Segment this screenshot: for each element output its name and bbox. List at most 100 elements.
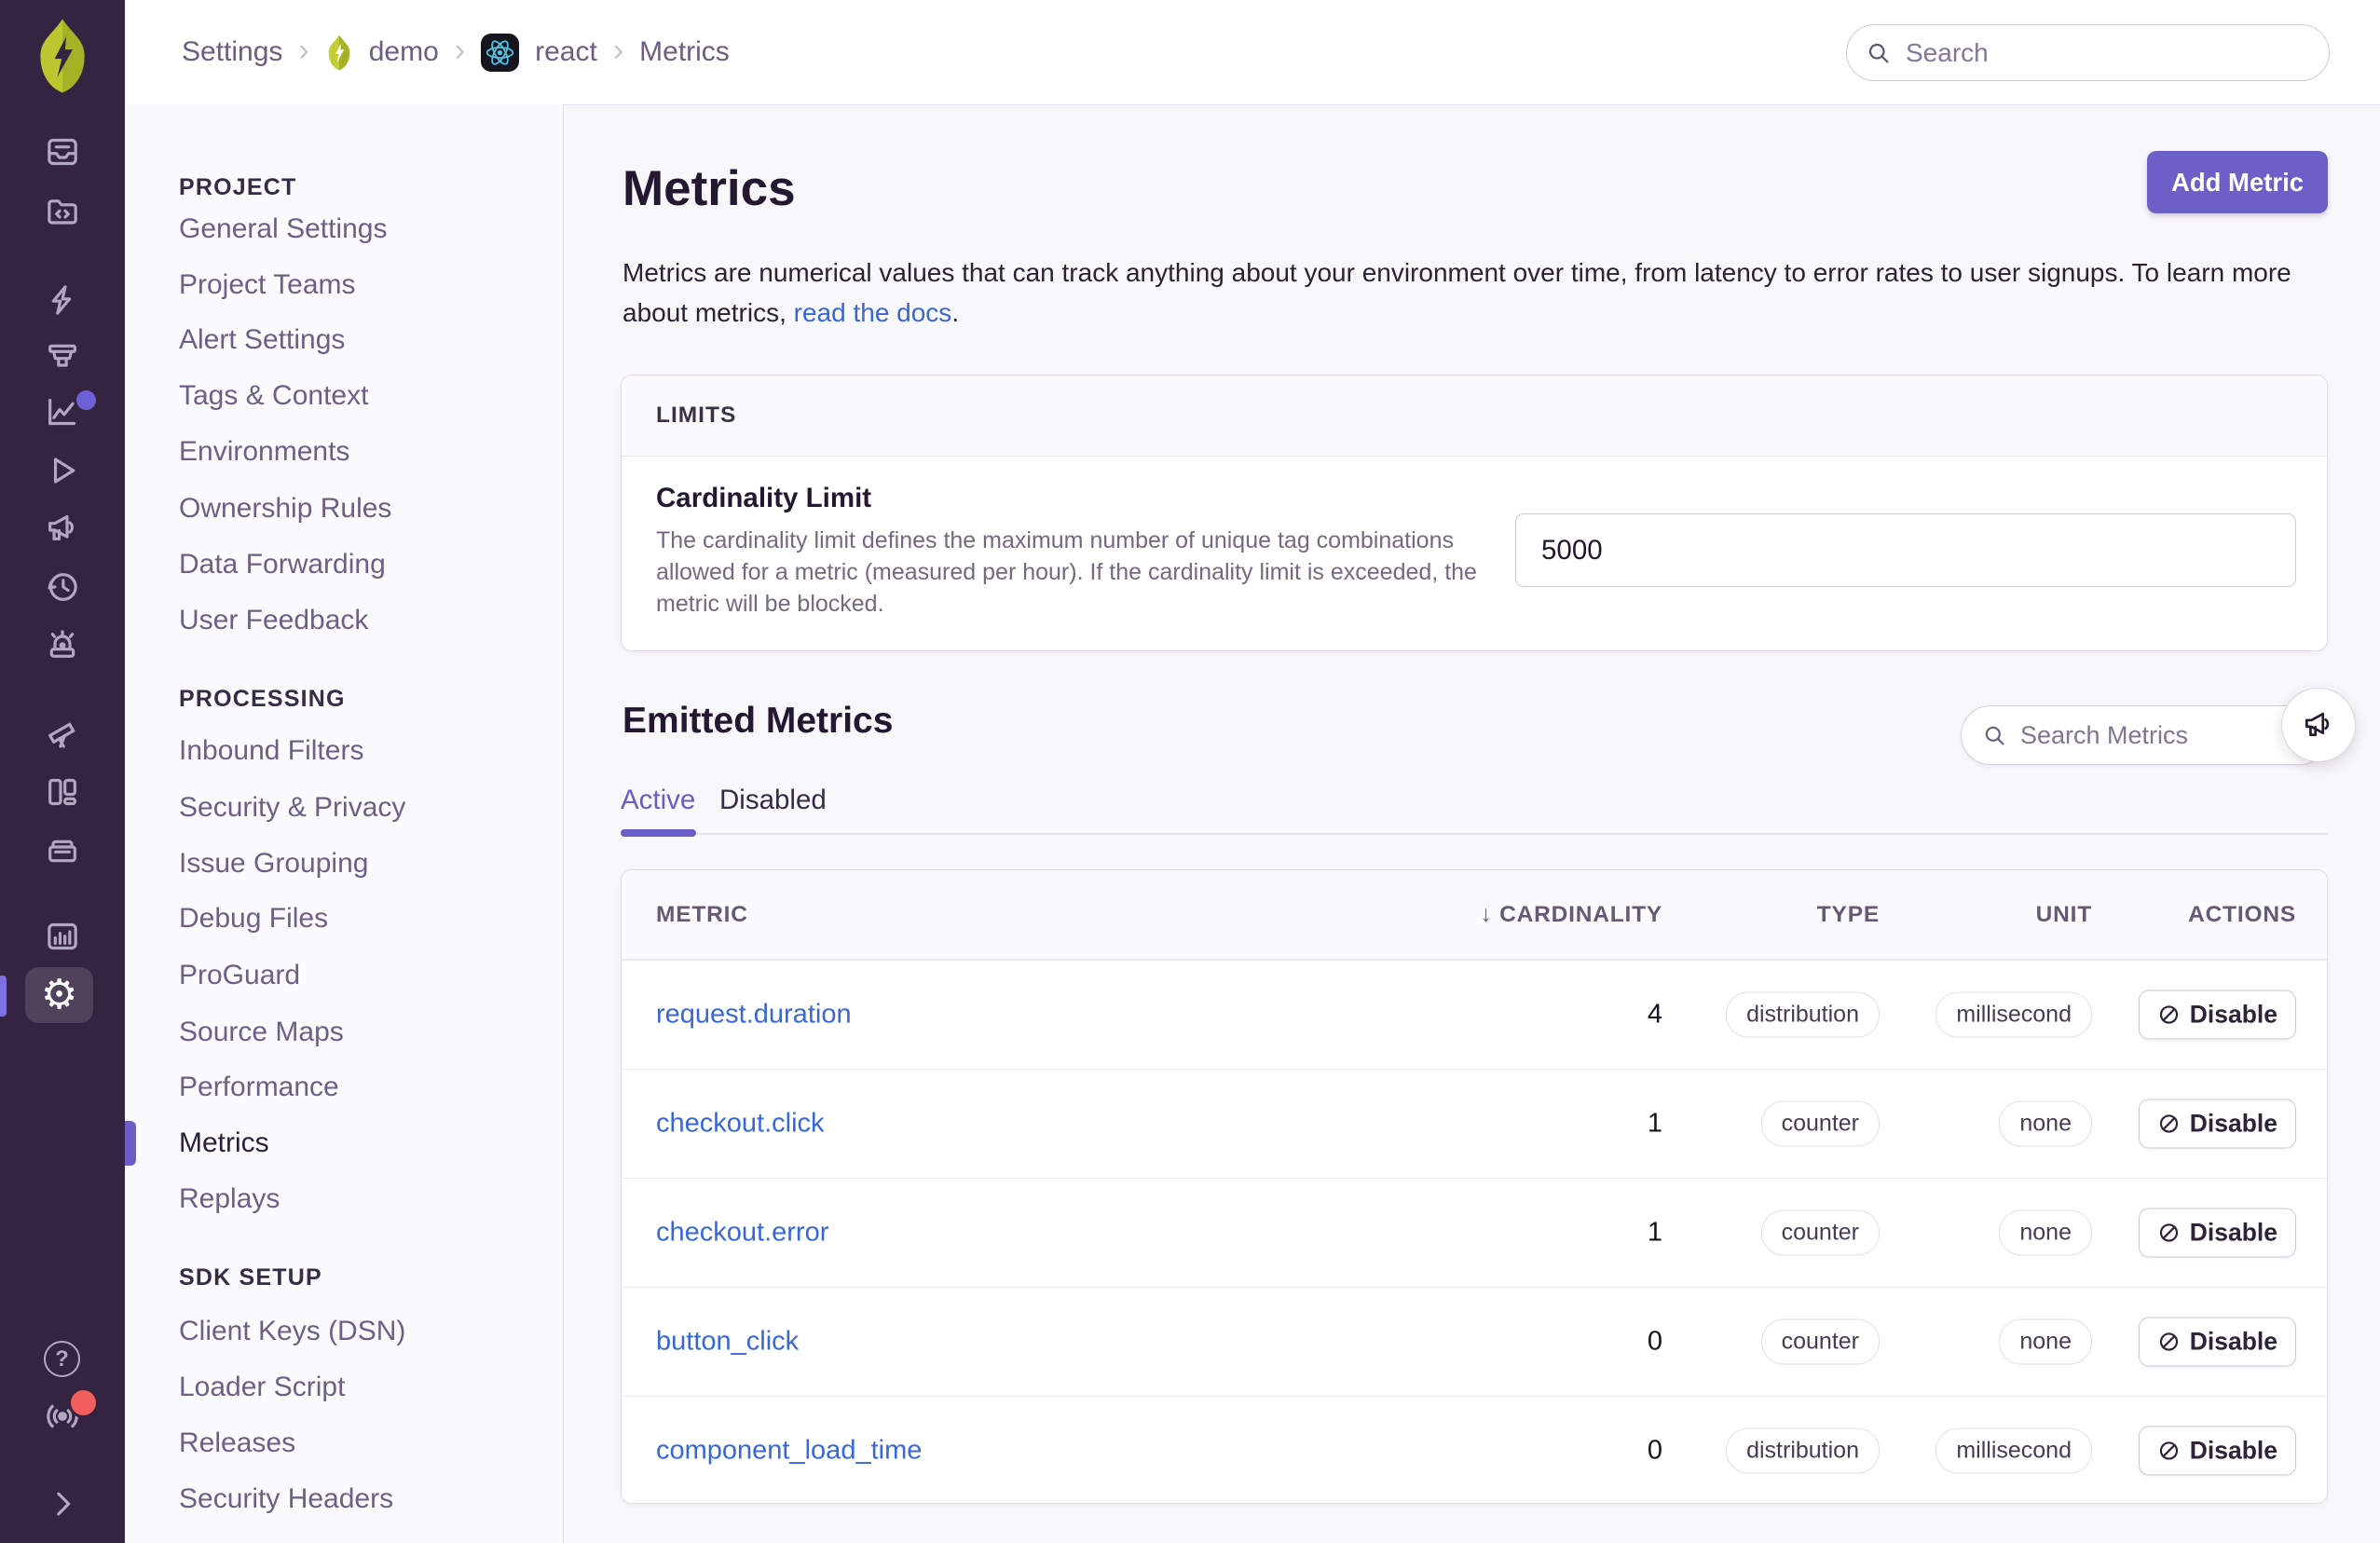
sidebar-item-security-headers[interactable]: Security Headers [179, 1482, 393, 1516]
tab-divider [621, 833, 2328, 835]
breadcrumb-project[interactable]: react [535, 36, 597, 68]
unit-badge: millisecond [1935, 1427, 2092, 1474]
disable-button[interactable]: Disable [2138, 1208, 2296, 1258]
breadcrumb: Settings › demo › react › Metrics [182, 0, 730, 104]
settings-sidebar: PROJECT General Settings Project Teams A… [125, 104, 564, 1543]
top-header: Settings › demo › react › Metrics [125, 0, 2380, 105]
sidebar-item-inbound-filters[interactable]: Inbound Filters [179, 734, 363, 768]
cardinality-limit-input[interactable] [1515, 513, 2296, 587]
clock-icon[interactable] [44, 568, 81, 606]
sidebar-active-indicator [125, 1121, 136, 1166]
sentry-logo-icon[interactable] [23, 17, 102, 95]
funnel-icon[interactable] [44, 338, 81, 376]
sidebar-item-issue-grouping[interactable]: Issue Grouping [179, 847, 368, 881]
table-row: button_click 0 counter none Disable [622, 1287, 2327, 1396]
disable-button[interactable]: Disable [2138, 990, 2296, 1040]
layout-icon[interactable] [44, 773, 81, 811]
bar-chart-icon[interactable] [44, 918, 81, 955]
search-icon [1868, 43, 1889, 62]
disable-icon [2159, 1005, 2178, 1024]
sidebar-item-replays[interactable]: Replays [179, 1182, 280, 1216]
play-icon[interactable] [44, 452, 81, 489]
section-header-sdk-setup: SDK SETUP [179, 1264, 322, 1290]
gear-icon: ⚙ [40, 972, 78, 1017]
metric-name-link[interactable]: button_click [656, 1327, 799, 1358]
sidebar-item-performance[interactable]: Performance [179, 1071, 339, 1104]
code-folder-icon[interactable] [44, 193, 81, 230]
sidebar-item-security-privacy[interactable]: Security & Privacy [179, 791, 405, 825]
metric-name-link[interactable]: request.duration [656, 1000, 852, 1031]
metrics-search-input[interactable] [2018, 719, 2274, 751]
limits-panel-header: LIMITS [622, 376, 2327, 457]
chevron-separator-icon: › [612, 33, 624, 68]
sidebar-item-data-forwarding[interactable]: Data Forwarding [179, 548, 386, 581]
help-icon[interactable]: ? [44, 1341, 81, 1378]
inbox-icon[interactable] [44, 133, 81, 171]
sidebar-item-source-maps[interactable]: Source Maps [179, 1016, 344, 1049]
sidebar-item-releases[interactable]: Releases [179, 1427, 295, 1460]
column-type: TYPE [1816, 901, 1880, 927]
global-search-input[interactable] [1904, 36, 2299, 69]
disable-icon [2159, 1223, 2178, 1242]
column-cardinality[interactable]: ↓ CARDINALITY [1480, 902, 1662, 928]
siren-icon[interactable] [44, 627, 81, 664]
sidebar-item-tags-context[interactable]: Tags & Context [179, 379, 368, 413]
section-header-project: PROJECT [179, 174, 297, 200]
disable-icon [2159, 1332, 2178, 1351]
sidebar-item-project-teams[interactable]: Project Teams [179, 268, 356, 302]
box-icon[interactable] [44, 831, 81, 868]
cardinality-value: 1 [1647, 1108, 1662, 1139]
add-metric-button[interactable]: Add Metric [2147, 151, 2328, 213]
react-logo-icon [481, 33, 520, 72]
type-badge: counter [1760, 1318, 1880, 1365]
feedback-button[interactable] [2281, 688, 2356, 762]
chevron-right-icon[interactable] [44, 1485, 81, 1523]
read-the-docs-link[interactable]: read the docs [794, 298, 952, 327]
tab-disabled[interactable]: Disabled [719, 785, 827, 816]
description-period: . [951, 297, 960, 327]
metric-name-link[interactable]: checkout.click [656, 1109, 825, 1140]
table-row: checkout.click 1 counter none Disable [622, 1069, 2327, 1178]
sidebar-item-client-keys[interactable]: Client Keys (DSN) [179, 1315, 405, 1348]
chart-line-icon[interactable] [44, 393, 81, 430]
sidebar-item-general-settings[interactable]: General Settings [179, 212, 387, 246]
breadcrumb-org[interactable]: demo [369, 36, 439, 68]
disable-button[interactable]: Disable [2138, 1317, 2296, 1367]
chevron-separator-icon: › [454, 33, 466, 68]
search-icon [1985, 726, 2004, 745]
metric-name-link[interactable]: component_load_time [656, 1436, 922, 1467]
megaphone-icon [2305, 712, 2330, 737]
settings-rail-item[interactable]: ⚙ [25, 967, 93, 1023]
megaphone-icon[interactable] [44, 510, 81, 547]
sidebar-item-user-feedback[interactable]: User Feedback [179, 604, 368, 637]
table-row: checkout.error 1 counter none Disable [622, 1178, 2327, 1287]
disable-icon [2159, 1441, 2178, 1460]
metric-name-link[interactable]: checkout.error [656, 1218, 828, 1249]
global-search[interactable] [1846, 24, 2330, 81]
telescope-icon[interactable] [44, 716, 81, 753]
unit-badge: none [1999, 1318, 2092, 1365]
sidebar-item-debug-files[interactable]: Debug Files [179, 902, 328, 935]
unit-badge: millisecond [1935, 991, 2092, 1038]
breadcrumb-settings[interactable]: Settings [182, 36, 282, 68]
sidebar-item-loader-script[interactable]: Loader Script [179, 1371, 345, 1404]
cardinality-value: 0 [1647, 1435, 1662, 1466]
tab-active[interactable]: Active [621, 785, 695, 816]
sidebar-item-environments[interactable]: Environments [179, 435, 349, 469]
page-description: Metrics are numerical values that can tr… [622, 253, 2342, 333]
disable-button[interactable]: Disable [2138, 1426, 2296, 1476]
column-unit: UNIT [2035, 901, 2092, 927]
sidebar-item-metrics[interactable]: Metrics [179, 1127, 269, 1160]
column-actions: ACTIONS [2188, 901, 2296, 927]
disable-button[interactable]: Disable [2138, 1099, 2296, 1149]
lightning-icon[interactable] [44, 281, 81, 319]
metrics-search[interactable] [1961, 705, 2330, 765]
sidebar-item-ownership-rules[interactable]: Ownership Rules [179, 492, 391, 526]
metrics-table: METRIC ↓ CARDINALITY TYPE UNIT ACTIONS r… [621, 869, 2328, 1504]
sidebar-item-alert-settings[interactable]: Alert Settings [179, 323, 345, 357]
sort-desc-icon: ↓ [1480, 901, 1493, 927]
page-title: Metrics [622, 161, 796, 216]
sidebar-item-proguard[interactable]: ProGuard [179, 959, 300, 992]
cardinality-value: 4 [1647, 999, 1662, 1030]
disable-icon [2159, 1114, 2178, 1133]
